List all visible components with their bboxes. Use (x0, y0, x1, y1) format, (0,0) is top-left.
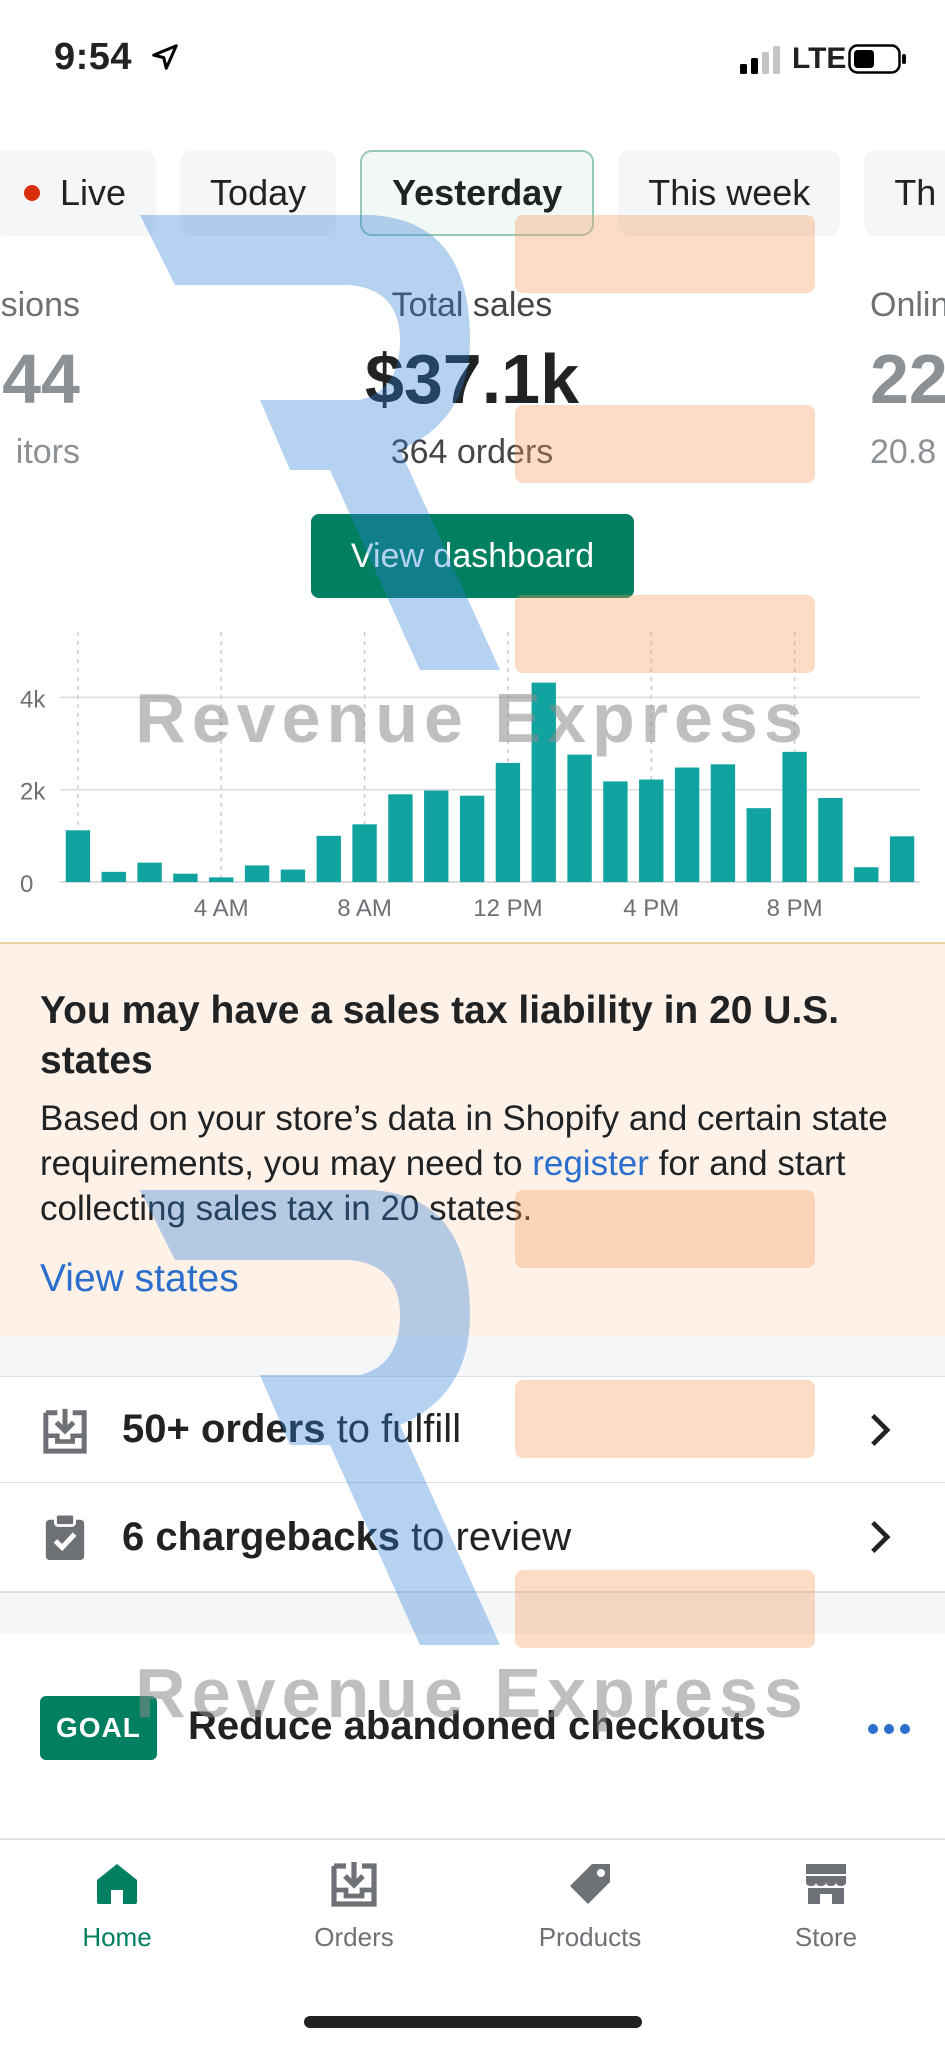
clipboard-check-icon (45, 1512, 85, 1560)
signal-icon (740, 46, 780, 74)
chart-bar[interactable] (639, 779, 664, 882)
sales-bar-chart: 0 2k 4k 4 AM 8 AM 12 PM 4 PM 8 PM (20, 632, 920, 922)
chart-bar[interactable] (746, 808, 771, 882)
chart-bar[interactable] (280, 869, 306, 882)
nav-products[interactable]: Products (490, 1860, 690, 1953)
metric-sessions[interactable]: sions 44 itors (0, 286, 80, 472)
nav-label: Store (794, 1922, 858, 1952)
chart-bar[interactable] (352, 824, 377, 882)
goal-badge: GOAL (40, 1696, 157, 1760)
nav-label: Home (82, 1922, 152, 1952)
chart-bar[interactable] (495, 762, 521, 882)
x-tick-label: 4 AM (194, 895, 249, 922)
chart-bar[interactable] (567, 754, 592, 882)
chart-bar[interactable] (65, 830, 91, 882)
metric-value: $37.1k (364, 340, 580, 418)
nav-store[interactable]: Store (726, 1860, 926, 1953)
task-orders-to-fulfill[interactable]: 50+ orders to fulfill (0, 1376, 945, 1482)
metric-label: Onlin (870, 286, 945, 324)
nav-orders[interactable]: Orders (254, 1860, 454, 1953)
tab-live[interactable]: Live (0, 150, 157, 236)
banner-title: You may have a sales tax liability in 20… (40, 989, 840, 1082)
network-type: LTE (792, 42, 847, 75)
tab-today[interactable]: Today (180, 150, 337, 236)
register-link[interactable]: register (532, 1144, 649, 1183)
metric-online-store[interactable]: Onlin 22 20.8 (870, 286, 945, 472)
y-tick-label: 2k (20, 779, 46, 806)
tab-label: This week (648, 172, 811, 213)
banner-body: Based on your store’s data in Shopify an… (40, 1096, 905, 1231)
metric-total-sales[interactable]: Total sales $37.1k 364 orders (272, 286, 672, 472)
chart-bar[interactable] (603, 781, 628, 882)
tab-this-week[interactable]: This week (618, 150, 841, 236)
view-dashboard-button[interactable]: View dashboard (311, 514, 634, 598)
x-tick-label: 8 PM (767, 895, 823, 922)
tab-label: Th (894, 172, 937, 213)
bottom-navigation: Home Orders Products Store (0, 1838, 945, 2048)
tab-label: Yesterday (392, 172, 563, 213)
metric-label: Total sales (391, 286, 553, 324)
task-chargebacks-to-review[interactable]: 6 chargebacks to review (0, 1482, 945, 1592)
x-tick-label: 4 PM (623, 895, 679, 922)
chart-bar[interactable] (459, 795, 485, 882)
metric-value: 22 (870, 340, 945, 418)
chart-bar[interactable] (137, 862, 162, 882)
metric-value: 44 (2, 340, 80, 418)
status-time: 9:54 (54, 36, 133, 78)
chart-bar[interactable] (388, 794, 413, 882)
home-icon (97, 1864, 137, 1904)
tab-this-month[interactable]: Th (864, 150, 945, 236)
chart-bar[interactable] (244, 865, 270, 882)
y-tick-label: 0 (20, 871, 33, 898)
tab-label: Live (60, 172, 127, 213)
tab-yesterday[interactable]: Yesterday (360, 150, 595, 236)
task-text: 50+ orders to fulfill (122, 1407, 462, 1451)
chart-bar[interactable] (316, 835, 341, 882)
section-divider (0, 1592, 945, 1634)
tag-icon (570, 1864, 610, 1904)
x-tick-label: 12 PM (473, 895, 542, 922)
more-options-icon[interactable] (867, 1722, 911, 1736)
section-divider (0, 1336, 945, 1376)
view-states-link[interactable]: View states (40, 1257, 905, 1301)
nav-label: Orders (314, 1922, 394, 1952)
nav-label: Products (538, 1922, 642, 1952)
live-dot-icon (24, 185, 40, 201)
chart-bar[interactable] (710, 764, 736, 882)
metric-sub: itors (15, 433, 80, 471)
chevron-right-icon (871, 1520, 891, 1554)
y-tick-label: 4k (20, 686, 46, 713)
metric-sub: 20.8 (870, 433, 937, 471)
chart-bar[interactable] (818, 798, 843, 882)
chart-bar[interactable] (854, 867, 879, 882)
chart-bar[interactable] (889, 836, 915, 882)
chart-bar[interactable] (531, 682, 556, 882)
chart-bar[interactable] (209, 877, 234, 882)
status-bar: 9:54 LTE (0, 0, 945, 110)
fulfill-box-icon (43, 1408, 87, 1454)
chart-bar[interactable] (782, 751, 807, 882)
date-range-tabs: Live Today Yesterday This week Th (0, 150, 945, 238)
nav-home[interactable]: Home (17, 1860, 217, 1953)
task-text: 6 chargebacks to review (122, 1514, 572, 1559)
store-icon (806, 1864, 846, 1904)
chevron-right-icon (871, 1413, 891, 1446)
tab-label: Today (210, 172, 307, 213)
metric-sub: 364 orders (390, 433, 554, 471)
goal-card[interactable]: GOAL Reduce abandoned checkouts (0, 1634, 945, 1824)
metric-label: sions (0, 286, 80, 324)
goal-title: Reduce abandoned checkouts (188, 1704, 766, 1748)
location-arrow-icon (152, 44, 178, 70)
x-tick-label: 8 AM (337, 895, 392, 922)
orders-icon (331, 1862, 377, 1907)
chart-bar[interactable] (674, 767, 700, 882)
battery-icon (848, 44, 906, 74)
chart-bar[interactable] (101, 871, 126, 882)
home-indicator (304, 2016, 642, 2028)
sales-tax-banner: You may have a sales tax liability in 20… (0, 942, 945, 1336)
chart-bar[interactable] (424, 790, 449, 882)
chart-bar[interactable] (173, 873, 198, 882)
